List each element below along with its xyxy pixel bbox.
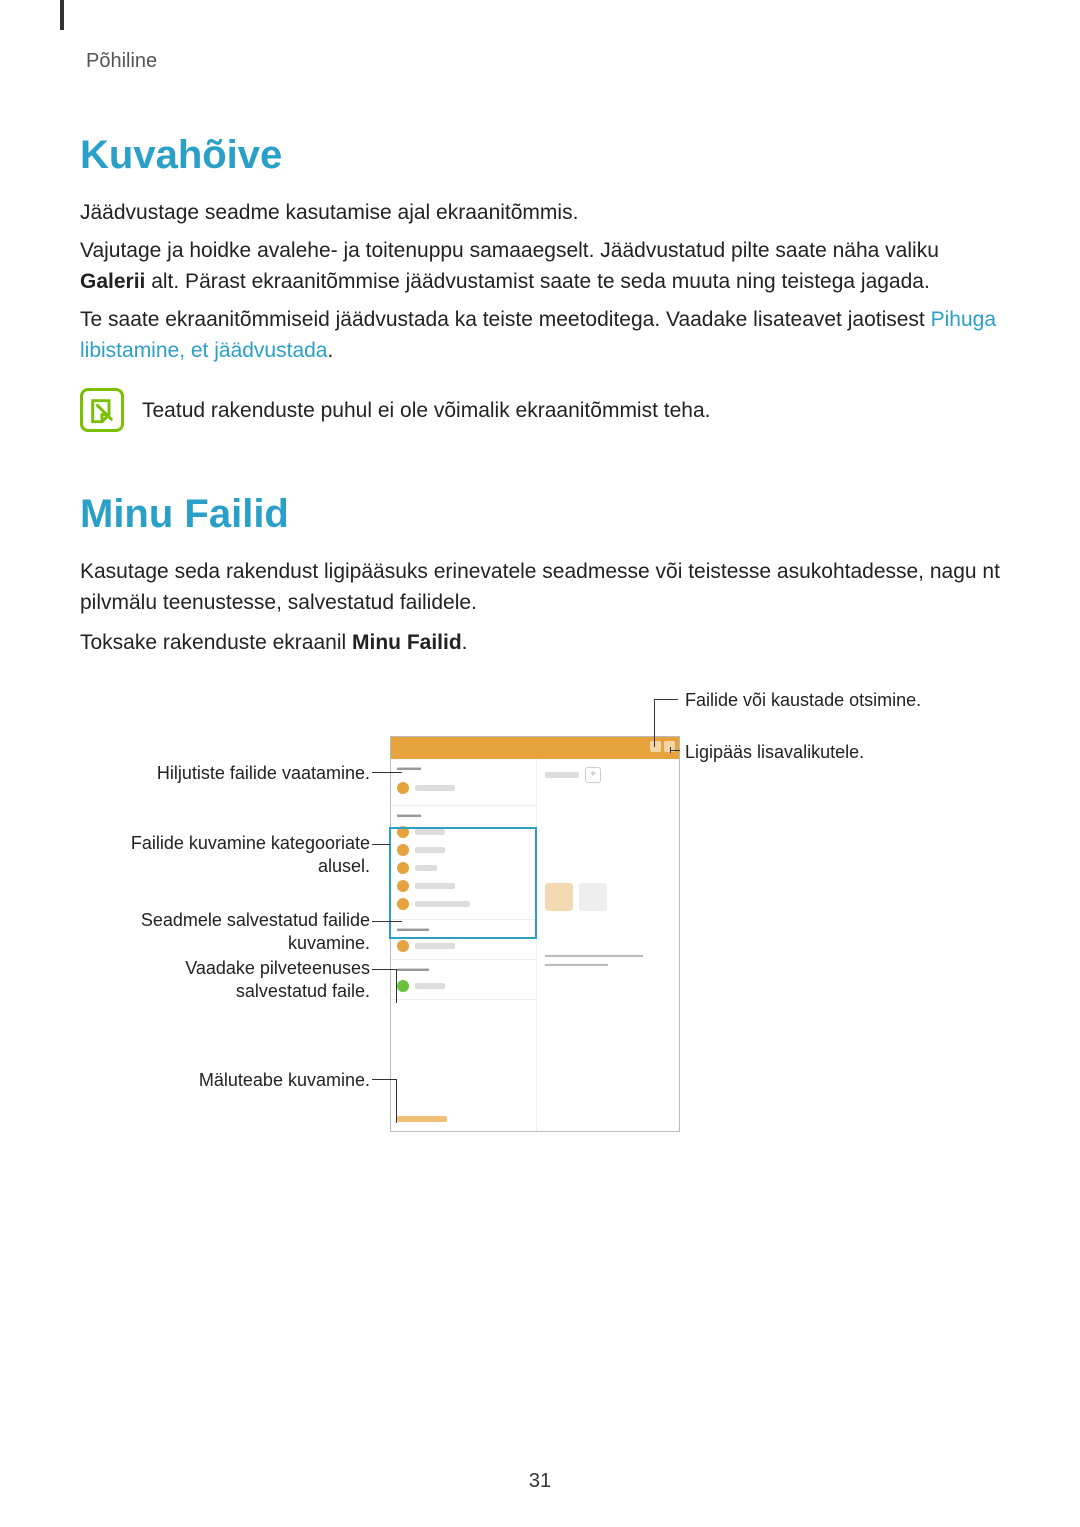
device-section-label: ▬▬▬ [391,759,536,772]
placeholder-bar [415,847,445,853]
paragraph: Te saate ekraanitõmmiseid jäädvustada ka… [80,305,1000,366]
search-icon [650,741,661,752]
connector-line [654,699,678,700]
text: alt. Pärast ekraanitõmmise jäädvustamist… [145,270,929,293]
text-bold: Galerii [80,270,145,293]
placeholder-text: ▬▬▬▬▬▬▬▬▬▬▬▬▬▬▬▬▬▬▬▬▬▬▬ [545,951,671,969]
device-section-label: ▬▬▬▬ [391,960,536,973]
text: Toksake rakenduste ekraanil [80,631,352,654]
device-section-label: ▬▬▬ [391,806,536,819]
paragraph: Jäädvustage seadme kasutamise ajal ekraa… [80,198,1000,228]
device-screenshot: ▬▬▬ ▬▬▬ ▬▬▬▬ [390,736,680,1132]
text: Vajutage ja hoidke avalehe- ja toitenupp… [80,239,939,262]
connector-line [372,772,402,773]
note-text: Teatud rakenduste puhul ei ole võimalik … [142,388,710,426]
callout-search: Failide või kaustade otsimine. [685,689,921,712]
connector-line [396,1079,397,1123]
callout-local: Seadmele salvestatud failide kuvamine. [120,909,370,956]
thumbnail [579,883,607,911]
audio-icon [397,862,409,874]
placeholder-bar [545,772,579,778]
plus-icon: + [585,767,601,783]
placeholder-bar [397,1116,447,1122]
thumbnail [545,883,573,911]
heading-kuvahove: Kuvahõive [80,133,1000,178]
cloud-icon [397,980,409,992]
connector-line [670,750,680,751]
clock-icon [397,782,409,794]
device-recent-row [391,772,536,806]
text: Te saate ekraanitõmmiseid jäädvustada ka… [80,308,931,331]
device-header [391,737,679,759]
placeholder-bar [415,865,437,871]
device-icon [397,940,409,952]
placeholder-bar [415,829,445,835]
placeholder-bar [415,901,470,907]
text-bold: Minu Failid [352,631,462,654]
connector-line [372,921,402,922]
placeholder-bar [415,943,455,949]
image-icon [397,826,409,838]
device-local-row [391,933,536,960]
callout-cloud: Vaadake pilveteenuses salvestatud faile. [150,957,370,1004]
document-icon [397,880,409,892]
page-content: Põhiline Kuvahõive Jäädvustage seadme ka… [0,0,1080,1189]
connector-line [372,844,390,845]
breadcrumb: Põhiline [86,50,1000,73]
note-icon [80,388,124,432]
page-number: 31 [0,1470,1080,1493]
device-storage-row [391,1105,536,1131]
callout-categories: Failide kuvamine kategooriate alusel. [110,832,370,879]
paragraph: Kasutage seda rakendust ligipääsuks erin… [80,557,1000,618]
paragraph: Vajutage ja hoidke avalehe- ja toitenupp… [80,236,1000,297]
callout-recent: Hiljutiste failide vaatamine. [157,762,370,785]
callout-options: Ligipääs lisavalikutele. [685,741,864,764]
diagram: Failide või kaustade otsimine. Ligipääs … [80,689,1000,1149]
connector-line [670,747,671,753]
connector-line [372,969,396,970]
connector-line [396,969,397,1003]
callout-storage: Mäluteabe kuvamine. [199,1069,370,1092]
heading-minufailid: Minu Failid [80,492,1000,537]
device-section-label: ▬▬▬▬ [391,920,536,933]
connector-line [372,1079,396,1080]
placeholder-bar [415,983,445,989]
download-icon [397,898,409,910]
device-cloud-row [391,973,536,1000]
placeholder-bar [415,785,455,791]
text: . [327,339,333,362]
note-block: Teatud rakenduste puhul ei ole võimalik … [80,388,1000,432]
connector-line [654,699,655,747]
device-categories [391,819,536,920]
device-right-pane: + ▬▬▬▬▬▬▬▬▬▬▬▬▬▬▬▬▬▬▬▬▬▬▬ [536,759,679,1131]
video-icon [397,844,409,856]
text: . [462,631,468,654]
paragraph: Toksake rakenduste ekraanil Minu Failid. [80,628,1000,658]
placeholder-bar [415,883,455,889]
